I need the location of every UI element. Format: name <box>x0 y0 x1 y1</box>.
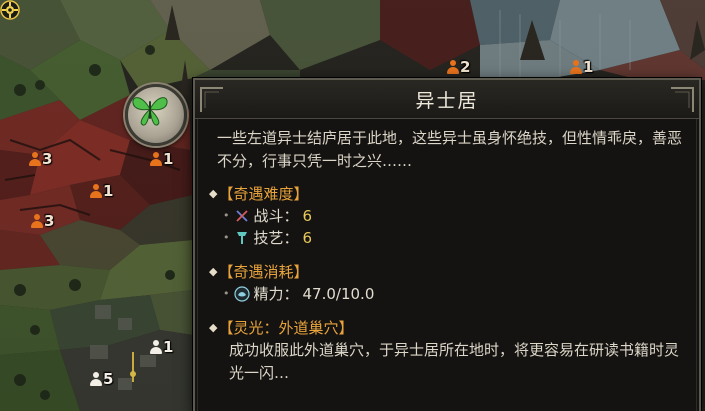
party-marker[interactable]: 1 <box>150 338 173 356</box>
tool-icon <box>236 232 247 244</box>
inspiration-effect-text: 成功收服此外道巢穴，于异士居所在地时，将更容易在研读书籍时灵光一闪… <box>229 341 680 382</box>
settlement-marker[interactable]: 2 <box>447 58 470 76</box>
crossed-swords-icon <box>235 210 248 222</box>
butterfly-icon <box>132 97 168 126</box>
dot-bullet-icon: • <box>223 231 230 244</box>
person-icon <box>447 60 459 74</box>
inspiration-section: ◆ 【灵光：外道巢穴】 成功收服此外道巢穴，于异士居所在地时，将更容易在研读书籍… <box>209 317 685 385</box>
site-emblem[interactable] <box>125 84 187 146</box>
person-icon <box>150 152 162 166</box>
location-tooltip: 异士居 一些左道异士结庐居于此地，这些异士虽身怀绝技，但性情乖戾，善恶不分，行事… <box>193 78 701 411</box>
diamond-bullet-icon: ◆ <box>209 187 218 200</box>
person-icon <box>90 184 102 198</box>
person-icon <box>31 214 43 228</box>
person-icon <box>570 60 582 74</box>
game-stage: 2 1 3 1 1 3 1 5 异士居 一些左道异士结庐居于此地，这些异士虽身怀… <box>0 0 705 411</box>
settlement-marker[interactable]: 1 <box>90 182 113 200</box>
section-heading: ◆ 【奇遇消耗】 <box>209 263 309 281</box>
diamond-bullet-icon: ◆ <box>209 265 218 278</box>
tooltip-body: 一些左道异士结庐居于此地，这些异士虽身怀绝技，但性情乖戾，善恶不分，行事只凭一时… <box>195 119 699 385</box>
settlement-marker[interactable]: 1 <box>150 150 173 168</box>
dot-bullet-icon: • <box>223 209 230 222</box>
corner-ornament-icon <box>200 87 223 112</box>
stat-row-energy: • 精力： 47.0/10.0 <box>223 285 375 303</box>
settlement-marker[interactable]: 3 <box>29 150 52 168</box>
tooltip-header: 异士居 <box>195 80 699 119</box>
spirit-energy-icon <box>233 286 250 302</box>
settlement-marker[interactable]: 3 <box>31 212 54 230</box>
cost-section: ◆ 【奇遇消耗】 • 精力： 47.0/10.0 <box>209 261 685 305</box>
section-heading: ◆ 【奇遇难度】 <box>209 185 309 203</box>
diamond-bullet-icon: ◆ <box>209 321 218 334</box>
tooltip-title: 异士居 <box>415 89 479 112</box>
person-icon <box>29 152 41 166</box>
difficulty-section: ◆ 【奇遇难度】 • 战斗： 6 • 技艺： 6 <box>209 183 685 249</box>
person-icon <box>150 340 162 354</box>
settlement-marker[interactable]: 1 <box>570 58 593 76</box>
section-heading: ◆ 【灵光：外道巢穴】 <box>209 319 354 337</box>
stat-row-combat: • 战斗： 6 <box>223 207 313 225</box>
gear-icon[interactable] <box>0 0 20 20</box>
location-description: 一些左道异士结庐居于此地，这些异士虽身怀绝技，但性情乖戾，善恶不分，行事只凭一时… <box>217 129 683 170</box>
stat-row-skill: • 技艺： 6 <box>223 229 313 247</box>
dot-bullet-icon: • <box>223 287 230 300</box>
person-icon <box>90 372 102 386</box>
party-marker[interactable]: 5 <box>90 370 113 388</box>
corner-ornament-icon <box>671 87 694 112</box>
